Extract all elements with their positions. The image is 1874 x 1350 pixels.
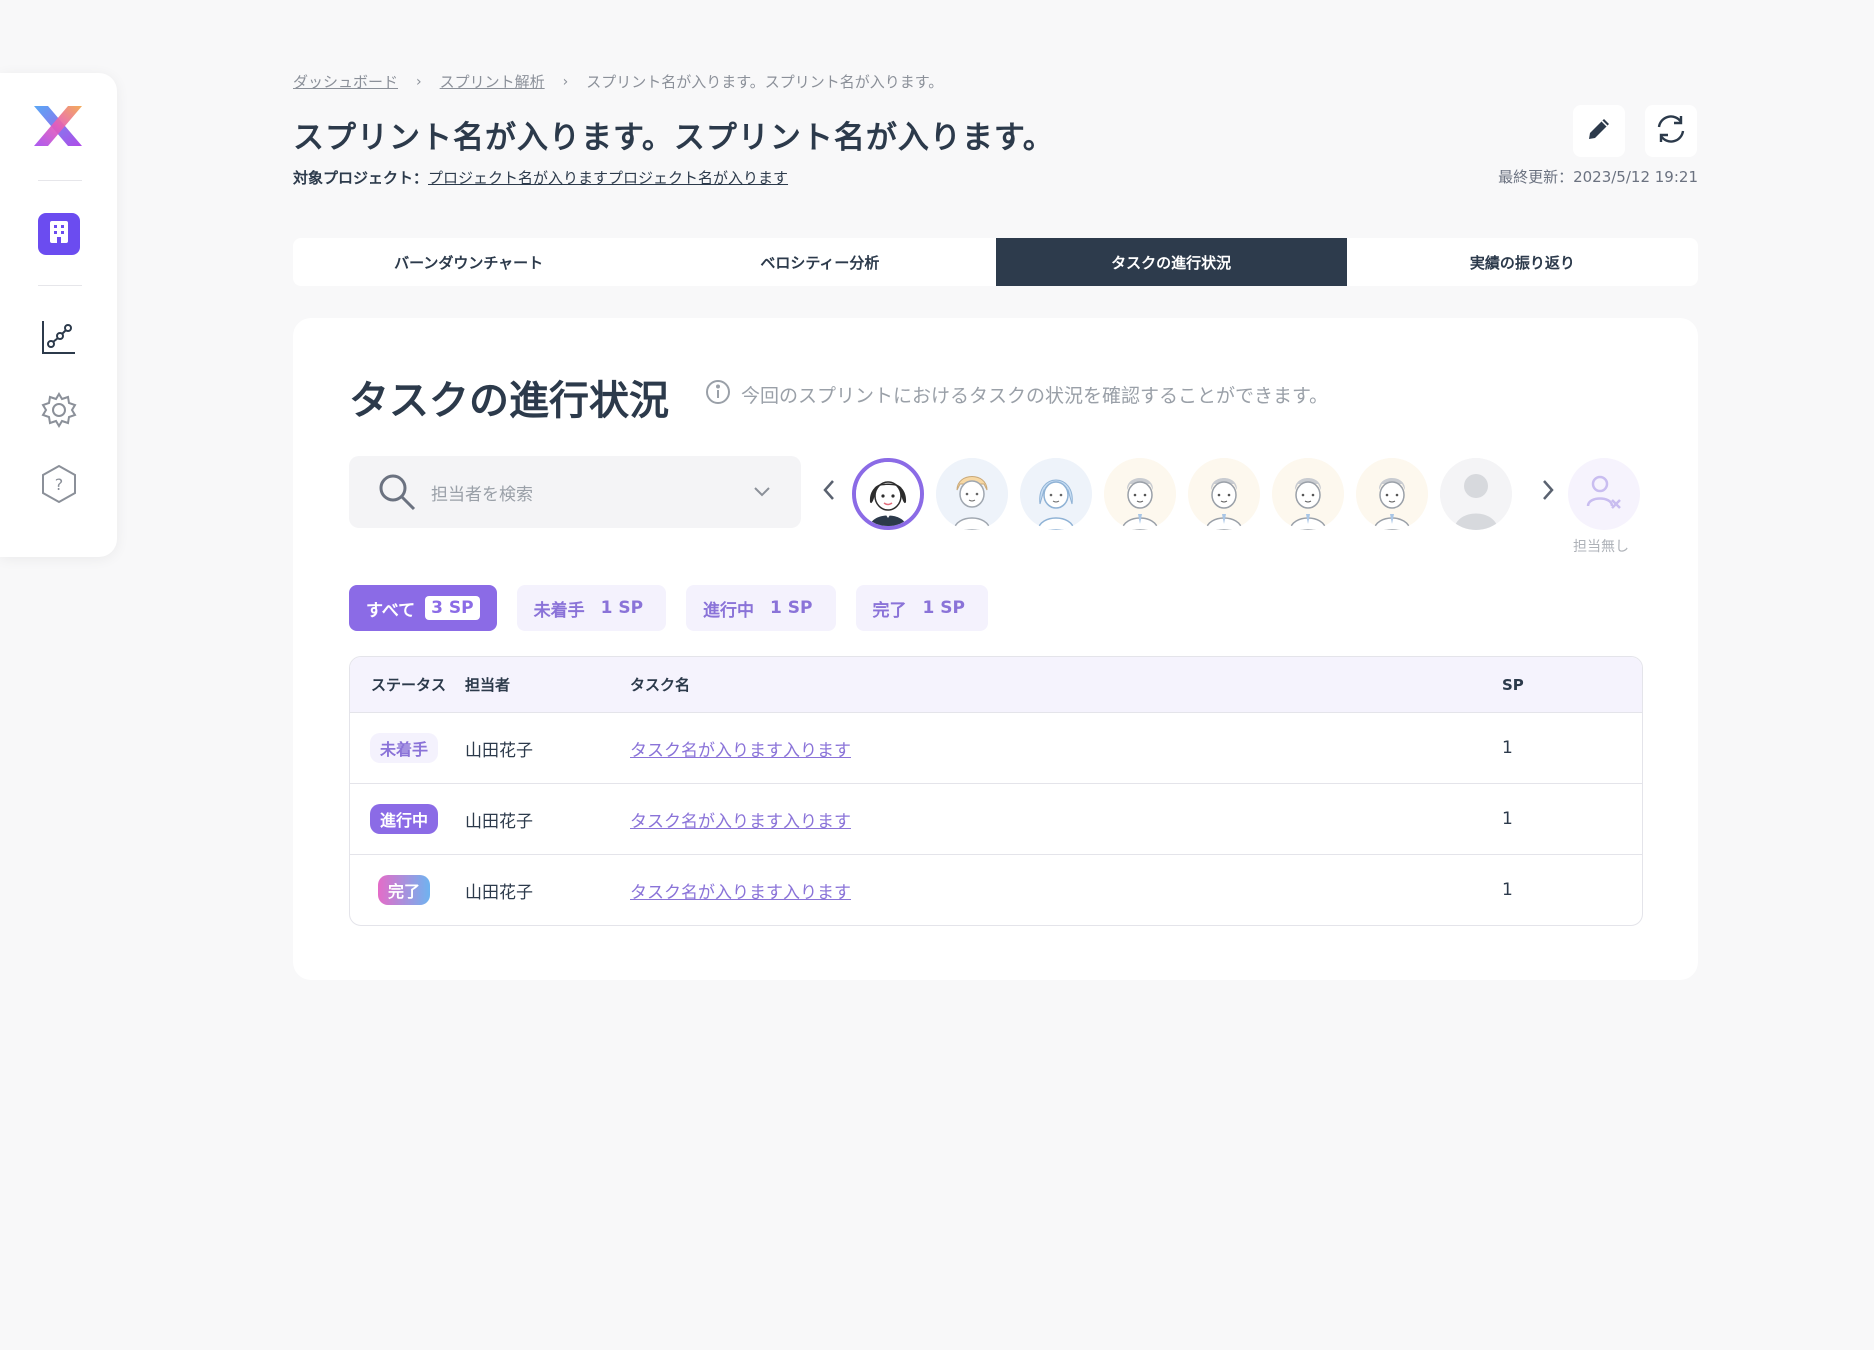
assignee-avatar[interactable]	[1272, 458, 1344, 530]
breadcrumb-separator: ›	[562, 73, 569, 90]
sidebar-item-settings[interactable]	[38, 391, 80, 433]
sidebar-item-analytics[interactable]	[38, 318, 80, 360]
page-title: スプリント名が入ります。スプリント名が入ります。	[293, 120, 1055, 156]
search-placeholder: 担当者を検索	[431, 484, 533, 505]
table-row: 完了 山田花子 タスク名が入ります入ります 1	[350, 854, 1642, 925]
search-icon	[377, 472, 417, 512]
edit-button[interactable]	[1573, 105, 1625, 157]
tab-retrospective[interactable]: 実績の振り返り	[1347, 238, 1698, 286]
filter-label: 未着手	[533, 600, 585, 621]
assignee-avatar[interactable]	[1356, 458, 1428, 530]
info-icon	[705, 379, 731, 410]
task-sp: 1	[1502, 809, 1513, 829]
chevron-left-icon[interactable]	[822, 478, 836, 508]
description-text: 今回のスプリントにおけるタスクの状況を確認することができます。	[741, 385, 1329, 407]
tab-burndown-chart[interactable]: バーンダウンチャート	[293, 238, 644, 286]
chevron-down-icon[interactable]	[753, 486, 771, 498]
task-sp: 1	[1502, 738, 1513, 758]
x-logo-icon[interactable]	[28, 100, 88, 156]
last-updated: 最終更新：2023/5/12 19:21	[1498, 168, 1698, 186]
filter-all[interactable]: すべて 3 SP	[349, 585, 497, 631]
tab-bar: バーンダウンチャート ベロシティー分析 タスクの進行状況 実績の振り返り	[293, 238, 1698, 286]
user-remove-icon	[1568, 475, 1640, 530]
tab-velocity-analysis[interactable]: ベロシティー分析	[644, 238, 995, 286]
task-link[interactable]: タスク名が入ります入ります	[630, 812, 851, 832]
building-icon	[48, 220, 70, 248]
task-link[interactable]: タスク名が入ります入ります	[630, 741, 851, 761]
filter-sp-count: 1 SP	[922, 598, 965, 618]
sidebar: ?	[0, 73, 117, 557]
assignee-name: 山田花子	[465, 811, 533, 832]
breadcrumb-sprint-analysis[interactable]: スプリント解析	[440, 71, 545, 92]
filter-sp-count: 1 SP	[600, 598, 644, 618]
filter-not-started[interactable]: 未着手 1 SP	[516, 585, 667, 631]
assignee-avatar[interactable]	[1188, 458, 1260, 530]
table-row: 進行中 山田花子 タスク名が入ります入ります 1	[350, 783, 1642, 854]
status-badge: 進行中	[370, 804, 439, 834]
task-table: ステータス 担当者 タスク名 SP 未着手 山田花子 タスク名が入ります入ります…	[349, 656, 1643, 926]
task-link[interactable]: タスク名が入ります入ります	[630, 883, 851, 903]
filter-label: 進行中	[703, 600, 755, 621]
breadcrumb: ダッシュボード › スプリント解析 › スプリント名が入ります。スプリント名が入…	[293, 71, 943, 92]
filter-label: すべて	[366, 600, 416, 621]
assignee-name: 山田花子	[465, 740, 533, 761]
task-sp: 1	[1502, 880, 1513, 900]
refresh-button[interactable]	[1645, 105, 1697, 157]
chart-icon	[40, 318, 78, 360]
assignee-avatar-placeholder[interactable]	[1440, 458, 1512, 530]
refresh-icon	[1654, 113, 1688, 149]
header-status: ステータス	[371, 676, 447, 694]
breadcrumb-dashboard[interactable]: ダッシュボード	[293, 71, 398, 92]
status-badge: 未着手	[370, 733, 439, 763]
no-assignee-label: 担当無し	[1573, 539, 1629, 555]
tab-task-progress[interactable]: タスクの進行状況	[995, 238, 1347, 286]
table-header: ステータス 担当者 タスク名 SP	[350, 657, 1642, 712]
project-line: 対象プロジェクト：プロジェクト名が入りますプロジェクト名が入ります	[293, 167, 788, 188]
svg-text:?: ?	[55, 475, 64, 494]
filter-in-progress[interactable]: 進行中 1 SP	[686, 585, 836, 631]
filter-label: 完了	[872, 600, 907, 621]
sidebar-item-help[interactable]: ?	[38, 464, 80, 508]
header-sp: SP	[1502, 675, 1524, 694]
project-label: 対象プロジェクト：	[293, 169, 429, 187]
assignee-avatar[interactable]	[1104, 458, 1176, 530]
header-assignee: 担当者	[465, 676, 511, 694]
section-description: 今回のスプリントにおけるタスクの状況を確認することができます。	[705, 379, 1328, 410]
filter-done[interactable]: 完了 1 SP	[855, 585, 988, 631]
assignee-avatar[interactable]	[1020, 458, 1092, 530]
assignee-avatar-selected[interactable]	[852, 458, 924, 530]
pencil-icon	[1585, 115, 1613, 147]
assignee-avatar[interactable]	[936, 458, 1008, 530]
task-progress-card: タスクの進行状況 今回のスプリントにおけるタスクの状況を確認することができます。…	[293, 318, 1698, 980]
filter-sp-count: 1 SP	[770, 598, 813, 618]
gear-icon	[40, 391, 78, 433]
table-row: 未着手 山田花子 タスク名が入ります入ります 1	[350, 712, 1642, 783]
chevron-right-icon[interactable]	[1541, 478, 1555, 508]
breadcrumb-separator: ›	[416, 73, 422, 90]
sidebar-divider	[38, 285, 82, 286]
header-task: タスク名	[630, 676, 691, 694]
status-badge: 完了	[378, 875, 431, 905]
project-link[interactable]: プロジェクト名が入りますプロジェクト名が入ります	[428, 169, 788, 187]
sidebar-divider	[38, 180, 82, 181]
breadcrumb-current: スプリント名が入ります。スプリント名が入ります。	[586, 73, 944, 91]
assignee-search[interactable]: 担当者を検索	[349, 456, 801, 528]
section-title: タスクの進行状況	[349, 378, 669, 424]
assignee-name: 山田花子	[465, 882, 533, 903]
no-assignee-button[interactable]	[1568, 458, 1640, 530]
help-icon: ?	[40, 464, 78, 508]
status-filter-group: すべて 3 SP 未着手 1 SP 進行中 1 SP 完了 1 SP	[349, 585, 988, 631]
sidebar-item-projects[interactable]	[38, 213, 80, 255]
filter-sp-count: 3 SP	[425, 596, 480, 620]
